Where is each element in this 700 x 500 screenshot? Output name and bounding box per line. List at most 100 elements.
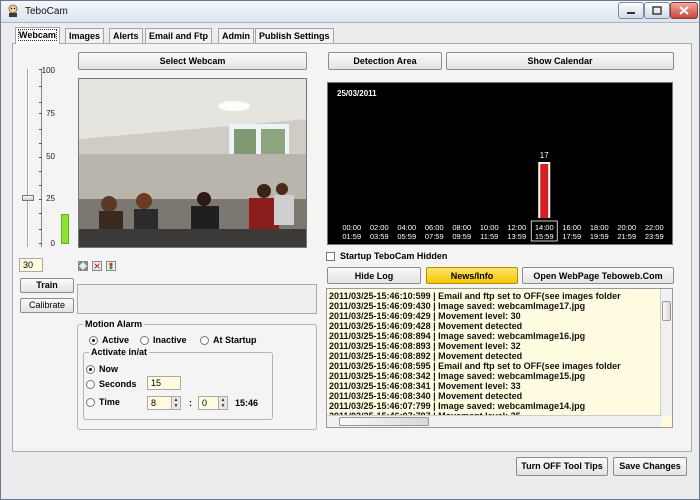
- motion-alarm-title: Motion Alarm: [83, 319, 145, 329]
- chart-tick-label-end[interactable]: 11:59: [480, 232, 498, 241]
- tab-label: Webcam: [18, 29, 57, 41]
- radio-at-startup-dot: [200, 335, 209, 345]
- tab-email-and-ftp[interactable]: Email and Ftp: [145, 28, 213, 43]
- chart-tick-label-start[interactable]: 02:00: [370, 223, 389, 232]
- chart-tick-label-end[interactable]: 17:59: [562, 232, 581, 241]
- save-changes-button[interactable]: Save Changes: [613, 457, 687, 476]
- chart-tick-label-start[interactable]: 00:00: [342, 223, 361, 232]
- hour-stepper[interactable]: 8 ▲ ▼: [147, 396, 181, 410]
- log-horizontal-scrollbar[interactable]: [327, 415, 662, 427]
- log-line: 2011/03/25-15:46:08:342 | Image saved: w…: [329, 371, 586, 381]
- chart-tick-label-end[interactable]: 13:59: [507, 232, 526, 241]
- chart-tick-label-start[interactable]: 08:00: [452, 223, 471, 232]
- window-title: TeboCam: [25, 6, 68, 17]
- close-button[interactable]: [670, 2, 698, 19]
- chart-tick-label-end[interactable]: 21:59: [617, 232, 636, 241]
- radio-inactive[interactable]: Inactive: [140, 335, 187, 345]
- activity-chart: 25/03/2011 00:00 01:59 02:00 03:59 04:00 05:5…: [327, 82, 673, 245]
- calibrate-button[interactable]: Calibrate: [20, 298, 74, 313]
- webcam-image: [79, 79, 306, 247]
- radio-now[interactable]: Now: [86, 364, 118, 374]
- show-calendar-button[interactable]: Show Calendar: [446, 52, 674, 70]
- log-line: 2011/03/25-15:46:08:341 | Movement level…: [329, 381, 521, 391]
- chart-tick-label-end[interactable]: 07:59: [425, 232, 444, 241]
- open-webpage-button[interactable]: Open WebPage Teboweb.Com: [522, 267, 674, 284]
- radio-active[interactable]: Active: [89, 335, 129, 345]
- webcam-info-box: [77, 284, 317, 314]
- log-line: 2011/03/25-15:46:07:799 | Image saved: w…: [329, 401, 586, 411]
- log-line: 2011/03/25-15:46:09:430 | Image saved: w…: [329, 301, 586, 311]
- startup-hidden-checkbox[interactable]: Startup TeboCam Hidden: [326, 251, 447, 261]
- hour-stepper-arrows-icon[interactable]: ▲ ▼: [171, 397, 180, 409]
- seconds-input[interactable]: 15: [147, 376, 181, 390]
- news-info-button[interactable]: News/Info: [426, 267, 518, 284]
- radio-now-label: Now: [99, 364, 118, 374]
- chart-tick-label-end[interactable]: 01:59: [342, 232, 361, 241]
- time-separator: :: [189, 398, 192, 408]
- chart-bar[interactable]: [540, 164, 549, 218]
- tab-label: Email and Ftp: [149, 31, 209, 41]
- chart-tick-label-end[interactable]: 23:59: [645, 232, 664, 241]
- chart-tick-label-start[interactable]: 12:00: [507, 223, 526, 232]
- chart-tick-label-start[interactable]: 14:00: [535, 223, 554, 232]
- time-display: 15:46: [235, 398, 259, 408]
- app-icon: [8, 4, 18, 17]
- chart-tick-label-start[interactable]: 22:00: [645, 223, 664, 232]
- startup-hidden-check-box[interactable]: [326, 251, 335, 261]
- activate-title: Activate in/at: [89, 347, 150, 357]
- scale-label-50: 50: [46, 152, 55, 161]
- log-vertical-scrollbar[interactable]: [660, 289, 672, 416]
- maximize-icon: [652, 6, 662, 15]
- minute-value: 0: [202, 398, 208, 408]
- chart-tick-label-start[interactable]: 06:00: [425, 223, 444, 232]
- select-webcam-button[interactable]: Select Webcam: [78, 52, 307, 70]
- log-horizontal-scroll-thumb[interactable]: [339, 417, 429, 426]
- webcam-preview: [78, 78, 307, 248]
- minute-stepper[interactable]: 0 ▲ ▼: [198, 396, 228, 410]
- hour-value: 8: [151, 398, 157, 408]
- tab-alerts[interactable]: Alerts: [109, 28, 143, 43]
- hide-log-button[interactable]: Hide Log: [327, 267, 421, 284]
- rotate-icon[interactable]: [92, 261, 102, 271]
- chart-tick-label-start[interactable]: 20:00: [617, 223, 636, 232]
- radio-seconds[interactable]: Seconds: [86, 379, 137, 389]
- tab-images[interactable]: Images: [65, 28, 105, 43]
- sensitivity-input[interactable]: 30: [19, 258, 43, 272]
- log-line: 2011/03/25-15:46:08:893 | Movement level…: [329, 341, 521, 351]
- chart-tick-label-end[interactable]: 09:59: [452, 232, 471, 241]
- chart-tick-label-start[interactable]: 04:00: [397, 223, 416, 232]
- radio-seconds-dot: [86, 379, 95, 389]
- radio-time[interactable]: Time: [86, 397, 120, 407]
- tab-webcam[interactable]: Webcam: [15, 27, 60, 44]
- tab-publish-settings[interactable]: Publish Settings: [255, 28, 334, 43]
- sensitivity-slider-thumb[interactable]: [22, 195, 34, 201]
- maximize-button[interactable]: [644, 2, 670, 19]
- title-bar: TeboCam: [1, 1, 699, 23]
- tab-admin[interactable]: Admin: [218, 28, 254, 43]
- chart-tick-label-end[interactable]: 05:59: [397, 232, 416, 241]
- chart-tick-label-end[interactable]: 03:59: [370, 232, 389, 241]
- detection-area-button[interactable]: Detection Area: [328, 52, 442, 70]
- chart-tick-label-start[interactable]: 16:00: [562, 223, 581, 232]
- radio-time-dot: [86, 397, 95, 407]
- radio-seconds-label: Seconds: [99, 379, 137, 389]
- chart-tick-label-start[interactable]: 10:00: [480, 223, 499, 232]
- chart-tick-label-end[interactable]: 19:59: [590, 232, 609, 241]
- log-line: 2011/03/25-15:46:10:599 | Email and ftp …: [329, 291, 621, 301]
- radio-active-label: Active: [102, 335, 130, 345]
- traffic-light-icon[interactable]: [106, 261, 116, 271]
- radio-at-startup[interactable]: At Startup: [200, 335, 257, 345]
- log-vertical-scroll-thumb[interactable]: [662, 301, 671, 321]
- event-log[interactable]: 2011/03/25-15:46:10:599 | Email and ftp …: [326, 288, 673, 428]
- minute-stepper-arrows-icon[interactable]: ▲ ▼: [218, 397, 227, 409]
- train-button[interactable]: Train: [20, 278, 74, 293]
- log-line: 2011/03/25-15:46:08:340 | Movement detec…: [329, 391, 523, 401]
- fullscreen-icon[interactable]: [78, 261, 88, 271]
- minimize-button[interactable]: [618, 2, 644, 19]
- chart-tick-label-end[interactable]: 15:59: [535, 232, 554, 241]
- sensitivity-slider-track[interactable]: [27, 69, 29, 247]
- scale-label-25: 25: [46, 194, 55, 203]
- chart-tick-label-start[interactable]: 18:00: [590, 223, 609, 232]
- radio-now-dot: [86, 364, 95, 374]
- turn-off-tool-tips-button[interactable]: Turn OFF Tool Tips: [516, 457, 608, 476]
